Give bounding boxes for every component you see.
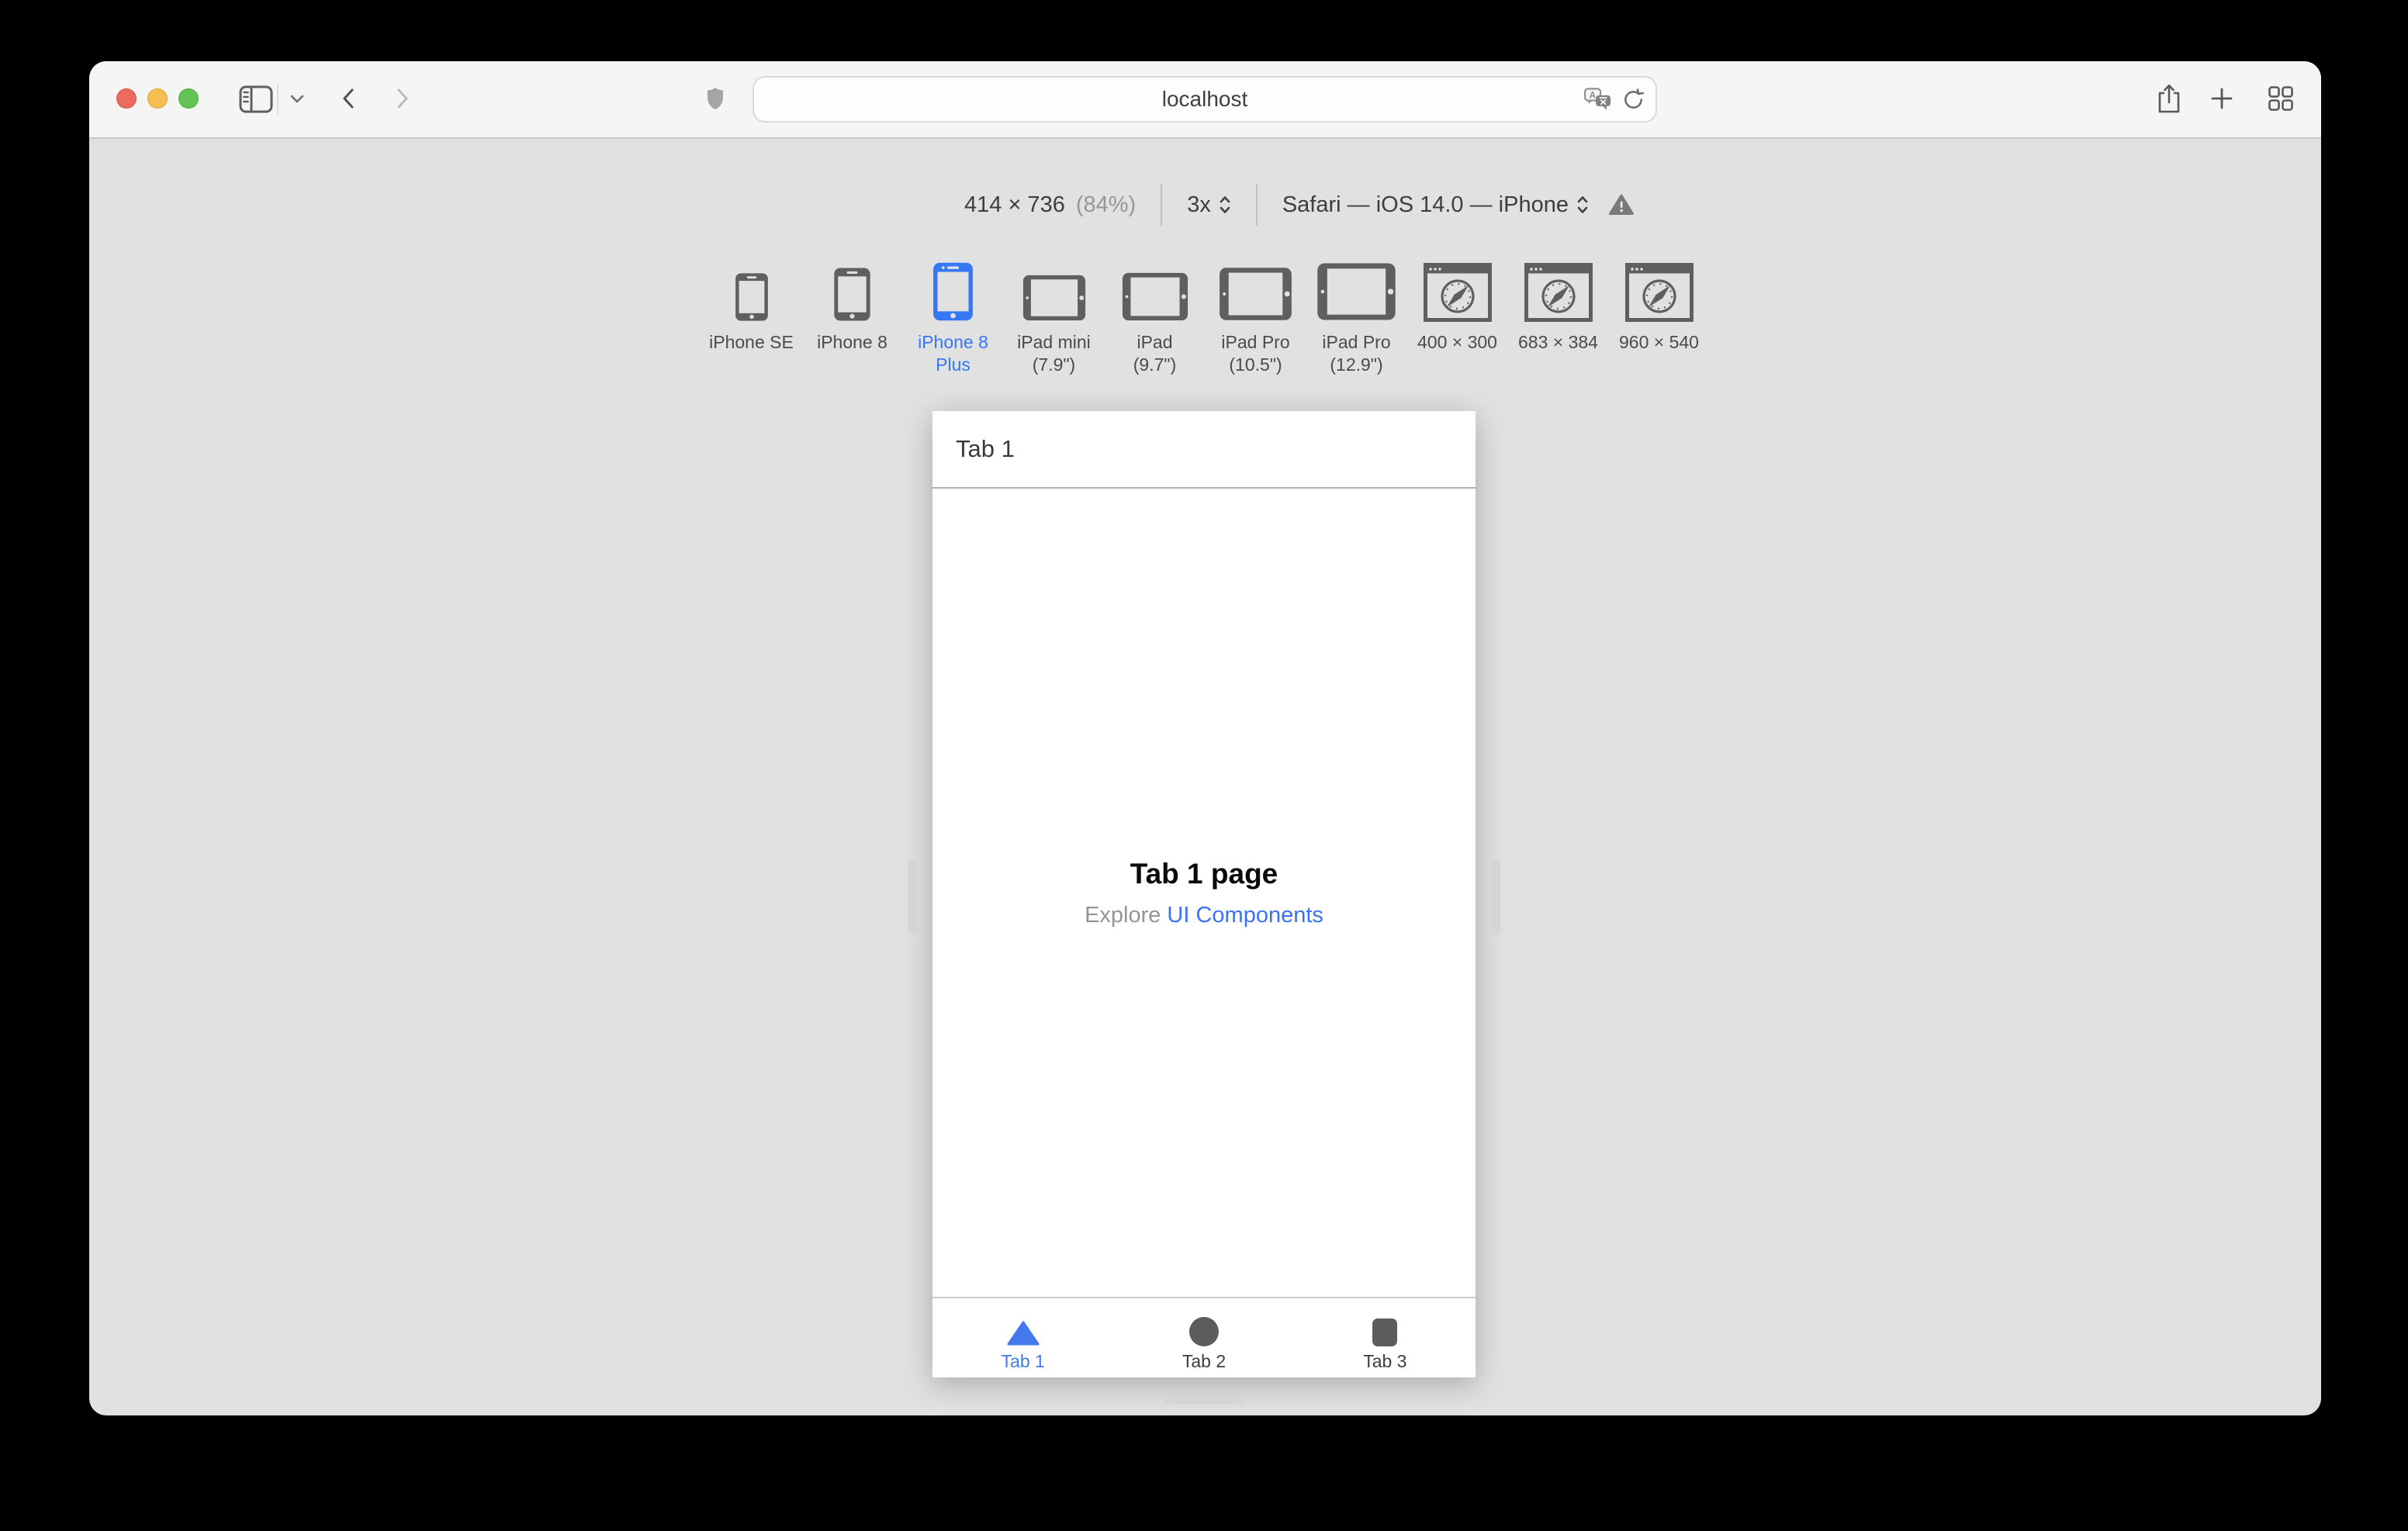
app-page-content: Tab 1 page Explore UI Components bbox=[932, 489, 1476, 1297]
nav-title: Tab 1 bbox=[956, 435, 1015, 462]
reload-button[interactable] bbox=[1622, 78, 1645, 121]
square-icon bbox=[1372, 1314, 1398, 1346]
close-window-button[interactable] bbox=[116, 88, 137, 109]
device-window-400x300[interactable]: 400 × 300 bbox=[1407, 258, 1508, 376]
tablet-icon bbox=[1316, 258, 1397, 322]
responsive-size-bar: 414 × 736 (84%) 3x Safari — iOS 14.0 — i… bbox=[964, 183, 1634, 226]
forward-arrow-icon bbox=[397, 88, 408, 109]
up-down-chevrons-icon bbox=[1577, 196, 1588, 213]
viewport-resize-handle-right[interactable] bbox=[1492, 859, 1500, 935]
forward-button[interactable] bbox=[396, 88, 409, 109]
sidebar-toggle-button[interactable] bbox=[239, 85, 273, 113]
viewport-dimensions: 414 × 736 bbox=[964, 192, 1065, 217]
new-tab-button[interactable] bbox=[2210, 87, 2233, 110]
reload-icon bbox=[1624, 88, 1645, 109]
tablet-icon bbox=[1121, 258, 1189, 322]
warning-button[interactable] bbox=[1608, 194, 1634, 216]
device-label: iPad (9.7") bbox=[1133, 332, 1177, 375]
minimize-window-button[interactable] bbox=[147, 88, 168, 109]
traffic-lights bbox=[116, 88, 199, 109]
browser-window-icon bbox=[1423, 258, 1492, 322]
page-title: Tab 1 page bbox=[1130, 857, 1278, 890]
device-ipad-mini[interactable]: iPad mini (7.9") bbox=[1004, 258, 1105, 376]
device-iphone-8-plus[interactable]: iPhone 8 Plus bbox=[903, 258, 1004, 376]
separator bbox=[1255, 184, 1258, 226]
sidebar-menu-button[interactable] bbox=[290, 95, 304, 104]
viewport-resize-handle-left[interactable] bbox=[908, 859, 917, 935]
tab-label: Tab 3 bbox=[1363, 1351, 1407, 1371]
back-arrow-icon bbox=[343, 88, 354, 109]
device-label: 683 × 384 bbox=[1518, 332, 1598, 352]
device-ipad-pro-12-9[interactable]: iPad Pro (12.9") bbox=[1306, 258, 1407, 376]
tablet-icon bbox=[1218, 258, 1293, 322]
viewport-resize-handle-bottom[interactable] bbox=[1165, 1396, 1243, 1405]
url-text: localhost bbox=[1161, 87, 1248, 111]
device-label: 960 × 540 bbox=[1619, 332, 1699, 352]
zoom-window-button[interactable] bbox=[178, 88, 199, 109]
pixel-ratio-value: 3x bbox=[1187, 192, 1211, 217]
device-iphone-se[interactable]: iPhone SE bbox=[701, 258, 802, 376]
tablet-icon bbox=[1022, 258, 1087, 322]
svg-text:A: A bbox=[1590, 89, 1597, 100]
user-agent-value: Safari — iOS 14.0 — iPhone bbox=[1282, 192, 1569, 217]
tab-overview-button[interactable] bbox=[2268, 85, 2294, 112]
phone-icon bbox=[732, 258, 771, 322]
phone-icon bbox=[831, 258, 874, 322]
tab-2[interactable]: Tab 2 bbox=[1113, 1298, 1294, 1377]
address-bar[interactable]: localhost A bbox=[752, 76, 1657, 123]
device-label: iPhone SE bbox=[709, 332, 794, 352]
privacy-shield-icon bbox=[706, 87, 725, 110]
warning-triangle-icon bbox=[1608, 194, 1634, 215]
tab-3[interactable]: Tab 3 bbox=[1295, 1298, 1476, 1377]
device-label: iPhone 8 bbox=[817, 332, 887, 352]
device-window-960x540[interactable]: 960 × 540 bbox=[1609, 258, 1710, 376]
explore-text: Explore bbox=[1085, 902, 1161, 928]
device-window-683x384[interactable]: 683 × 384 bbox=[1508, 258, 1609, 376]
device-ipad-9-7[interactable]: iPad (9.7") bbox=[1105, 258, 1206, 376]
circle-icon bbox=[1188, 1314, 1219, 1346]
share-button[interactable] bbox=[2157, 83, 2181, 114]
browser-window-icon bbox=[1624, 258, 1694, 322]
browser-toolbar: localhost A bbox=[89, 61, 2321, 139]
app-nav-bar: Tab 1 bbox=[932, 411, 1476, 489]
device-label: iPhone 8 Plus bbox=[918, 332, 988, 375]
separator bbox=[1161, 184, 1163, 226]
plus-icon bbox=[2211, 88, 2233, 109]
sidebar-icon bbox=[239, 85, 273, 113]
device-label: iPad Pro (12.9") bbox=[1322, 332, 1391, 375]
pixel-ratio-selector[interactable]: 3x bbox=[1187, 192, 1231, 218]
ui-components-link[interactable]: UI Components bbox=[1167, 903, 1323, 928]
device-label: iPad Pro (10.5") bbox=[1221, 332, 1290, 375]
zoom-percent: (84%) bbox=[1075, 192, 1137, 217]
device-iphone-8[interactable]: iPhone 8 bbox=[802, 258, 903, 376]
device-label: iPad mini (7.9") bbox=[1017, 332, 1091, 375]
translate-button[interactable]: A bbox=[1584, 78, 1612, 121]
tab-1[interactable]: Tab 1 bbox=[932, 1298, 1113, 1377]
toolbar-divider bbox=[277, 84, 279, 115]
browser-window-icon bbox=[1524, 258, 1593, 322]
device-ipad-pro-10-5[interactable]: iPad Pro (10.5") bbox=[1206, 258, 1306, 376]
up-down-chevrons-icon bbox=[1220, 196, 1230, 213]
chevron-down-icon bbox=[290, 95, 304, 103]
back-button[interactable] bbox=[342, 88, 355, 109]
safari-window: localhost A 414 × 736 (84%) 3x Safari — … bbox=[89, 61, 2321, 1415]
page-subtitle: Explore UI Components bbox=[1085, 903, 1323, 928]
tab-label: Tab 2 bbox=[1182, 1351, 1226, 1371]
tab-label: Tab 1 bbox=[1001, 1351, 1045, 1371]
user-agent-selector[interactable]: Safari — iOS 14.0 — iPhone bbox=[1282, 192, 1589, 218]
device-selector-row: iPhone SE iPhone 8 iPhone 8 Plus iPad mi… bbox=[701, 258, 1710, 376]
app-tab-bar: Tab 1 Tab 2 Tab 3 bbox=[932, 1297, 1476, 1377]
share-icon bbox=[2158, 84, 2180, 113]
phone-icon bbox=[929, 258, 977, 322]
simulated-viewport: Tab 1 Tab 1 page Explore UI Components Ta… bbox=[932, 411, 1476, 1377]
device-label: 400 × 300 bbox=[1417, 332, 1497, 352]
triangle-icon bbox=[1006, 1314, 1040, 1346]
translate-icon: A bbox=[1584, 87, 1611, 110]
grid-icon bbox=[2268, 86, 2293, 111]
